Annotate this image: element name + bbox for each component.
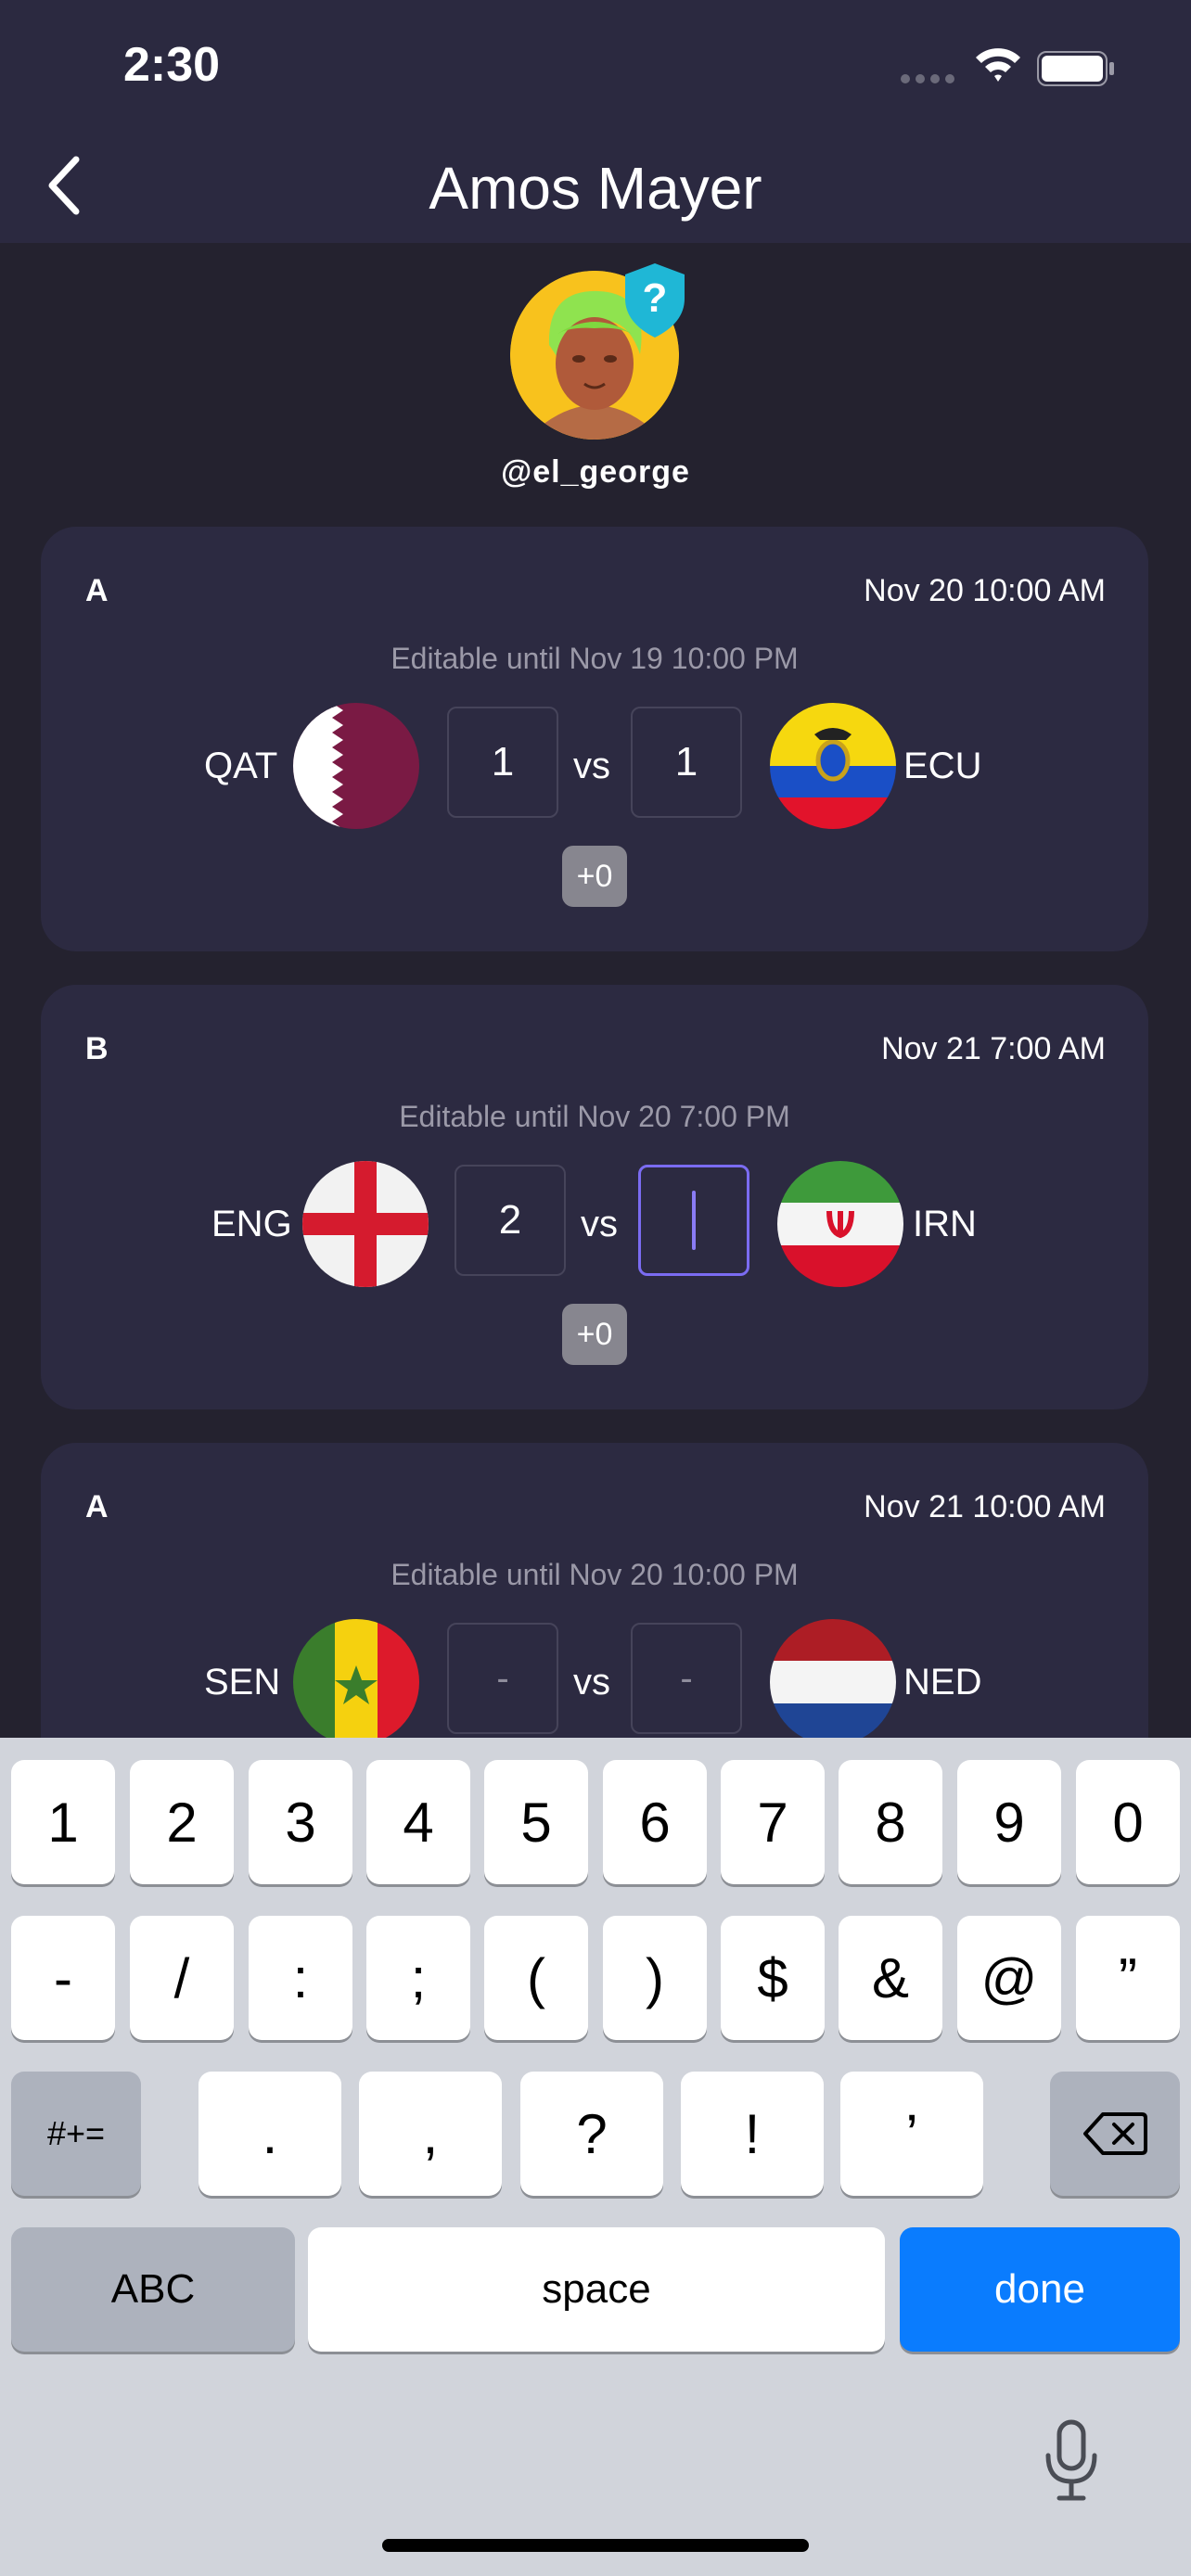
points-badge: +0 — [562, 1304, 627, 1365]
away-team-code: NED — [903, 1662, 982, 1702]
home-indicator[interactable] — [382, 2539, 809, 2552]
key-hyphen[interactable]: - — [11, 1916, 115, 2040]
key-open-paren[interactable]: ( — [484, 1916, 588, 2040]
key-at[interactable]: @ — [957, 1916, 1061, 2040]
username: @el_george — [501, 454, 690, 490]
key-0[interactable]: 0 — [1076, 1760, 1180, 1884]
vs-label: vs — [581, 1204, 618, 1244]
key-more-symbols[interactable]: #+= — [11, 2072, 141, 2196]
home-team-code: ENG — [211, 1204, 292, 1244]
home-team-code: SEN — [204, 1662, 281, 1702]
group-label: A — [85, 1489, 109, 1524]
match-card: A Nov 20 10:00 AM Editable until Nov 19 … — [41, 527, 1148, 951]
key-2[interactable]: 2 — [130, 1760, 234, 1884]
editable-until-label: Editable until Nov 20 10:00 PM — [391, 1558, 799, 1591]
away-score-input[interactable] — [638, 1165, 749, 1276]
key-6[interactable]: 6 — [603, 1760, 707, 1884]
netherlands-flag-icon — [770, 1619, 896, 1745]
question-shield-icon: ? — [625, 263, 685, 338]
key-7[interactable]: 7 — [721, 1760, 825, 1884]
match-date: Nov 21 7:00 AM — [881, 1031, 1106, 1066]
home-score-input[interactable]: 2 — [455, 1165, 566, 1276]
key-period[interactable]: . — [198, 2072, 341, 2196]
away-team-code: ECU — [903, 746, 982, 786]
page-title: Amos Mayer — [429, 155, 762, 222]
vs-label: vs — [573, 746, 610, 786]
delete-key[interactable] — [1050, 2072, 1180, 2196]
group-label: B — [85, 1031, 109, 1066]
backspace-icon — [1083, 2112, 1147, 2155]
home-score-input[interactable]: - — [447, 1623, 558, 1734]
iran-flag-icon — [777, 1161, 903, 1287]
ecuador-flag-icon — [770, 703, 896, 829]
points-badge: +0 — [562, 846, 627, 907]
qatar-flag-icon — [293, 703, 419, 829]
away-score-input[interactable]: 1 — [631, 707, 742, 818]
status-bar: 2:30 — [0, 0, 1191, 139]
match-card: B Nov 21 7:00 AM Editable until Nov 20 7… — [41, 985, 1148, 1409]
editable-until-label: Editable until Nov 20 7:00 PM — [399, 1100, 790, 1133]
microphone-icon[interactable] — [1041, 2418, 1102, 2502]
key-exclamation[interactable]: ! — [681, 2072, 824, 2196]
key-close-paren[interactable]: ) — [603, 1916, 707, 2040]
editable-until-label: Editable until Nov 19 10:00 PM — [391, 642, 799, 675]
key-abc[interactable]: ABC — [11, 2227, 295, 2352]
text-cursor — [692, 1191, 696, 1250]
key-9[interactable]: 9 — [957, 1760, 1061, 1884]
space-key[interactable]: space — [308, 2227, 885, 2352]
away-team-code: IRN — [913, 1204, 977, 1244]
group-label: A — [85, 573, 109, 608]
key-apostrophe[interactable]: ’ — [840, 2072, 983, 2196]
away-score-input[interactable]: - — [631, 1623, 742, 1734]
svg-text:?: ? — [643, 275, 668, 321]
vs-label: vs — [573, 1662, 610, 1702]
key-semicolon[interactable]: ; — [366, 1916, 470, 2040]
key-8[interactable]: 8 — [839, 1760, 942, 1884]
key-dollar[interactable]: $ — [721, 1916, 825, 2040]
key-1[interactable]: 1 — [11, 1760, 115, 1884]
profile-avatar-group: ? — [510, 261, 686, 440]
england-flag-icon — [302, 1161, 429, 1287]
key-quote[interactable]: ” — [1076, 1916, 1180, 2040]
battery-icon — [1037, 51, 1114, 86]
done-button[interactable]: done — [900, 2227, 1180, 2352]
key-colon[interactable]: : — [249, 1916, 352, 2040]
senegal-flag-icon — [293, 1619, 419, 1745]
key-comma[interactable]: , — [359, 2072, 502, 2196]
match-date: Nov 21 10:00 AM — [864, 1489, 1106, 1524]
wifi-icon — [976, 48, 1020, 82]
home-score-input[interactable]: 1 — [447, 707, 558, 818]
key-ampersand[interactable]: & — [839, 1916, 942, 2040]
key-slash[interactable]: / — [130, 1916, 234, 2040]
match-date: Nov 20 10:00 AM — [864, 573, 1106, 608]
key-3[interactable]: 3 — [249, 1760, 352, 1884]
status-time: 2:30 — [123, 38, 221, 92]
key-5[interactable]: 5 — [484, 1760, 588, 1884]
key-4[interactable]: 4 — [366, 1760, 470, 1884]
key-question[interactable]: ? — [520, 2072, 663, 2196]
navigation-bar: Amos Mayer — [0, 139, 1191, 243]
home-team-code: QAT — [204, 746, 278, 786]
cellular-signal-icon — [901, 74, 954, 83]
